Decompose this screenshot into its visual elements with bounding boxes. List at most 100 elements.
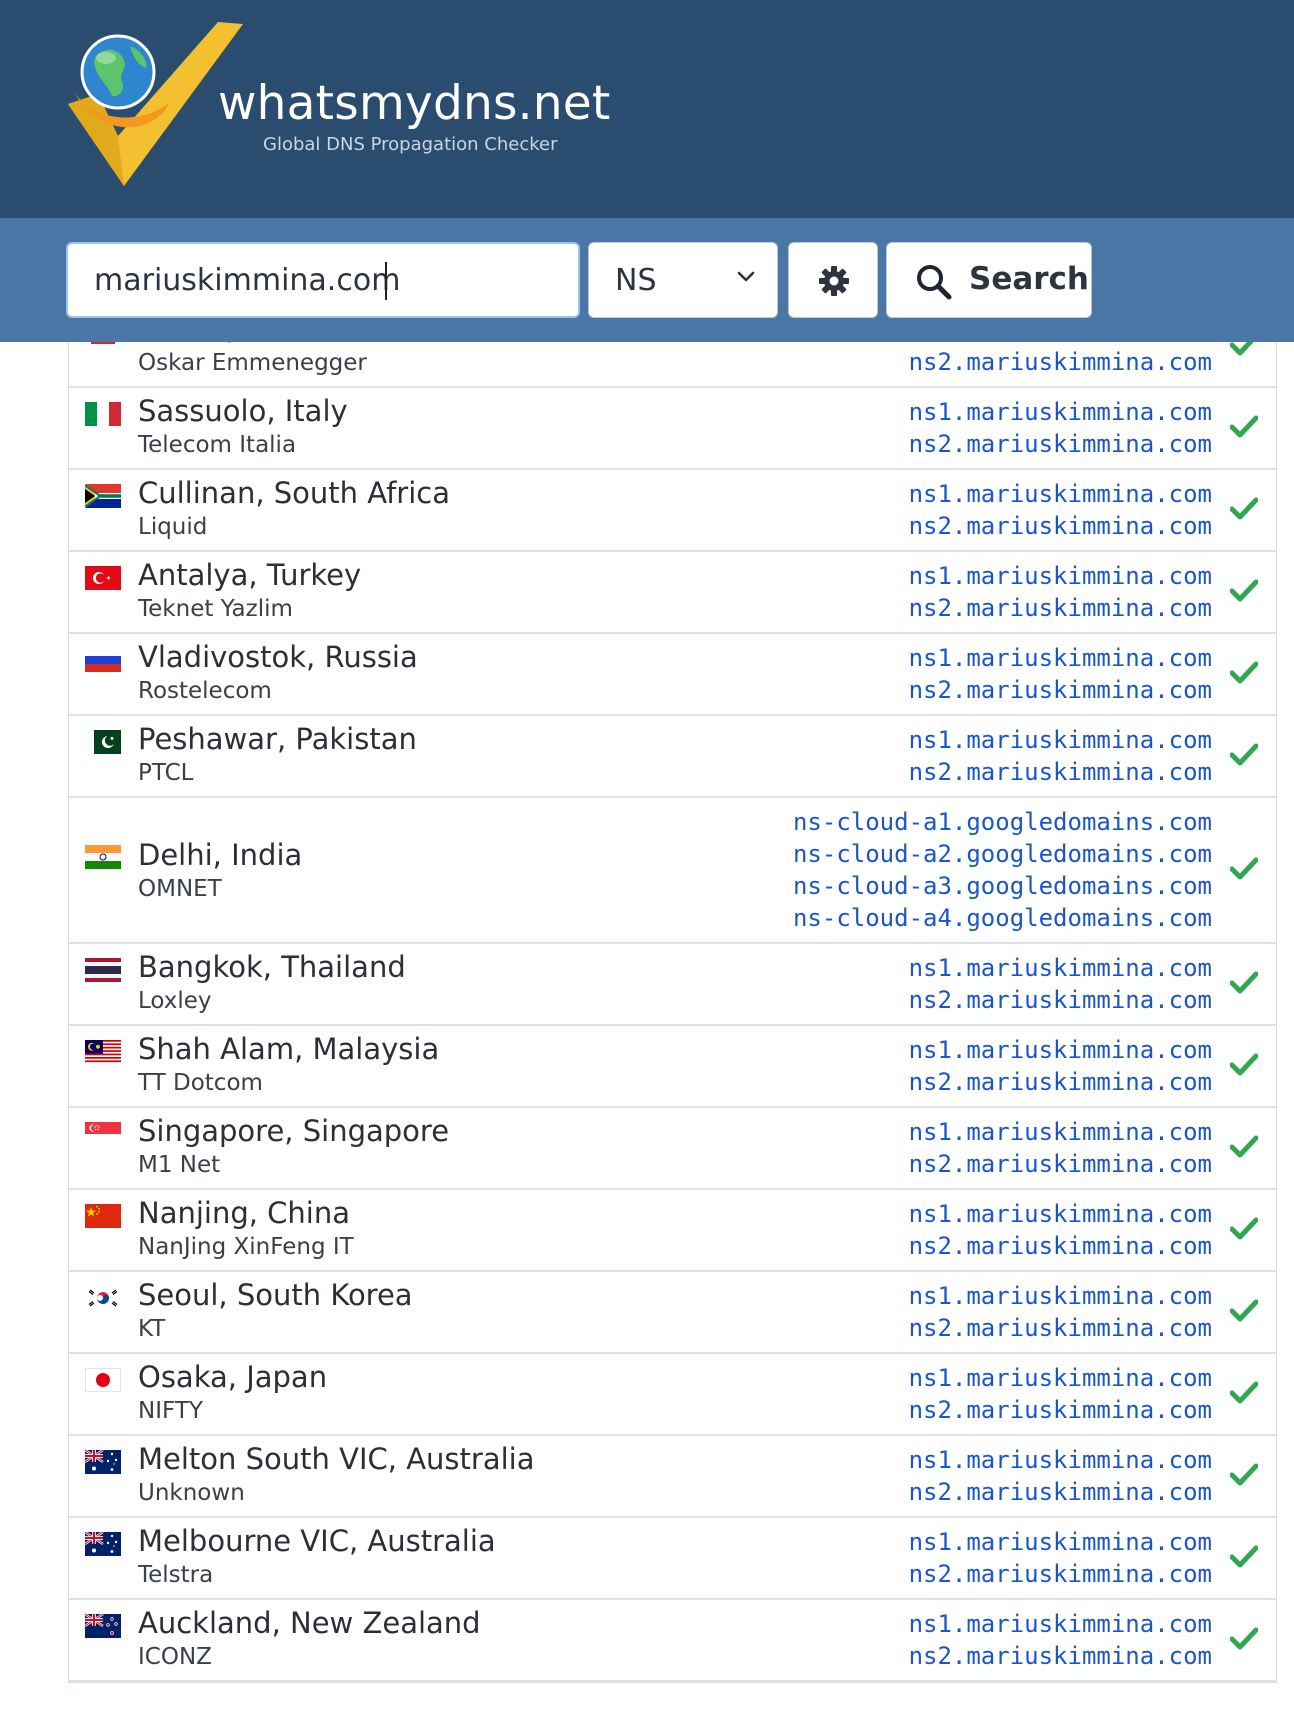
check-icon [1229,1216,1259,1244]
check-icon [1229,1626,1259,1654]
site-logo[interactable]: whatsmydns.net Global DNS Propagation Ch… [58,16,658,196]
nameserver-list: ns1.mariuskimmina.com ns2.mariuskimmina.c… [909,952,1212,1016]
nameserver-record: ns2.mariuskimmina.com [908,676,1212,704]
nameserver-record: ns2.mariuskimmina.com [908,430,1212,458]
check-icon [1229,742,1259,770]
check-icon [1229,1380,1259,1408]
check-icon [1229,1134,1259,1162]
chevron-down-icon [737,271,755,282]
check-icon [1229,496,1259,524]
settings-button[interactable] [788,242,878,318]
result-row: Vladivostok, Russia Rostelecom ns1.mariusk… [69,634,1276,716]
search-button-label: Search [969,261,1090,297]
nameserver-list: ns1.mariuskimmina.com ns2.mariuskimmina.c… [909,1034,1212,1098]
location-name: Melton South VIC, Australia [138,1442,535,1476]
result-row: Melton South VIC, Australia Unknown ns1.ma… [69,1436,1276,1518]
provider-name: Rostelecom [138,678,272,704]
provider-name: Unknown [138,1480,245,1506]
south-africa-flag-icon [85,484,121,508]
nameserver-record: ns2.mariuskimmina.com [908,1068,1212,1096]
nameserver-record: ns2.mariuskimmina.com [908,1560,1212,1588]
location-name: Cullinan, South Africa [138,476,450,510]
site-header: whatsmydns.net Global DNS Propagation Ch… [0,0,1294,218]
provider-name: M1 Net [138,1152,221,1178]
nameserver-record: ns2.mariuskimmina.com [908,594,1212,622]
provider-name: NIFTY [138,1398,203,1424]
domain-input[interactable] [66,242,580,318]
nameserver-record: ns2.mariuskimmina.com [908,758,1212,786]
nameserver-list: ns1.mariuskimmina.com ns2.mariuskimmina.c… [909,396,1212,460]
check-icon [1229,578,1259,606]
record-type-select[interactable]: NS [588,242,778,318]
nameserver-list: ns1.mariuskimmina.com ns2.mariuskimmina.c… [909,1198,1212,1262]
location-name: Vladivostok, Russia [138,640,418,674]
provider-name: OMNET [138,876,222,902]
nameserver-record: ns1.mariuskimmina.com [908,1446,1212,1474]
location-name: Seoul, South Korea [138,1278,413,1312]
provider-name: Telstra [138,1562,214,1588]
results-list: Zizers, SwitzerlandOskar Emmeneggerns1.m… [68,312,1277,1683]
nameserver-record: ns2.mariuskimmina.com [908,512,1212,540]
result-row: Peshawar, Pakistan PTCL ns1.mariuskimmina.… [69,716,1276,798]
nameserver-record: ns-cloud-a3.googledomains.com [792,872,1212,900]
nameserver-record: ns-cloud-a4.googledomains.com [792,904,1212,932]
check-icon [1229,660,1259,688]
result-row: Seoul, South Korea KT ns1.mariuskimmina.co… [69,1272,1276,1354]
location-name: Bangkok, Thailand [138,950,406,984]
check-icon [1229,1298,1259,1326]
provider-name: PTCL [138,760,194,786]
nameserver-list: ns1.mariuskimmina.com ns2.mariuskimmina.c… [909,1280,1212,1344]
nameserver-record: ns1.mariuskimmina.com [908,398,1212,426]
result-row: Auckland, New Zealand ICONZ ns1.mariuskimm… [69,1600,1276,1682]
nameserver-record: ns1.mariuskimmina.com [908,562,1212,590]
search-bar: NS Search [0,218,1294,342]
nameserver-list: ns1.mariuskimmina.com ns2.mariuskimmina.c… [909,1116,1212,1180]
check-icon [1229,1462,1259,1490]
search-button[interactable]: Search [886,242,1092,318]
nameserver-list: ns1.mariuskimmina.com ns2.mariuskimmina.c… [909,478,1212,542]
text-cursor [385,262,387,300]
provider-name: KT [138,1316,166,1342]
japan-flag-icon [85,1368,121,1392]
australia-flag-icon [85,1532,121,1556]
result-row: Cullinan, South Africa Liquid ns1.mariuski… [69,470,1276,552]
check-icon [1229,856,1259,884]
nameserver-record: ns1.mariuskimmina.com [908,1528,1212,1556]
provider-name: NanJing XinFeng IT [138,1234,354,1260]
nameserver-record: ns-cloud-a1.googledomains.com [792,808,1212,836]
new-zealand-flag-icon [85,1614,121,1638]
pakistan-flag-icon [85,730,121,754]
result-row: Delhi, India OMNET ns-cloud-a1.googledomai… [69,798,1276,944]
location-name: Peshawar, Pakistan [138,722,417,756]
result-row: Melbourne VIC, Australia Telstra ns1.mariu… [69,1518,1276,1600]
nameserver-list: ns1.mariuskimmina.com ns2.mariuskimmina.c… [909,1362,1212,1426]
provider-name: Loxley [138,988,212,1014]
australia-flag-icon [85,1450,121,1474]
result-row: Bangkok, Thailand Loxley ns1.mariuskimmina… [69,944,1276,1026]
provider-name: Liquid [138,514,208,540]
location-name: Antalya, Turkey [138,558,362,592]
nameserver-record: ns2.mariuskimmina.com [908,1232,1212,1260]
result-row: Antalya, Turkey Teknet Yazlim ns1.mariuski… [69,552,1276,634]
provider-name: ICONZ [138,1644,212,1670]
check-icon [1229,970,1259,998]
nameserver-record: ns2.mariuskimmina.com [908,1396,1212,1424]
provider-name: Teknet Yazlim [138,596,293,622]
result-row: Osaka, Japan NIFTY ns1.mariuskimmina.com ns… [69,1354,1276,1436]
singapore-flag-icon [85,1122,121,1146]
search-icon [917,265,952,300]
nameserver-record: ns1.mariuskimmina.com [908,1118,1212,1146]
nameserver-list: ns1.mariuskimmina.com ns2.mariuskimmina.c… [909,724,1212,788]
location-name: Auckland, New Zealand [138,1606,481,1640]
result-row: Singapore, Singapore M1 Net ns1.mariuskimm… [69,1108,1276,1190]
nameserver-record: ns2.mariuskimmina.com [908,1314,1212,1342]
location-name: Nanjing, China [138,1196,351,1230]
nameserver-list: ns1.mariuskimmina.com ns2.mariuskimmina.c… [909,1526,1212,1590]
provider-name: TT Dotcom [138,1070,263,1096]
location-name: Sassuolo, Italy [138,394,348,428]
provider-name: Oskar Emmenegger [138,350,367,376]
location-name: Singapore, Singapore [138,1114,450,1148]
south-korea-flag-icon [85,1286,121,1310]
nameserver-record: ns1.mariuskimmina.com [908,1036,1212,1064]
nameserver-record: ns1.mariuskimmina.com [908,1610,1212,1638]
